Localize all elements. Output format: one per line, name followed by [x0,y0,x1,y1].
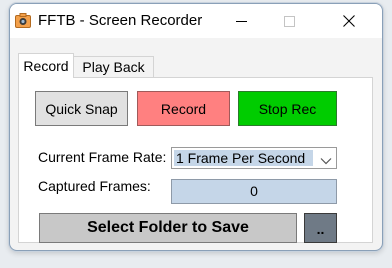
app-window: FFTB - Screen Recorder Record Play Back … [9,3,383,251]
browse-folder-button[interactable]: .. [304,213,337,243]
minimize-button[interactable] [218,4,264,38]
frame-rate-value: 1 Frame Per Second [174,150,313,166]
captured-frames-label: Captured Frames: [38,178,151,194]
record-panel: Quick Snap Record Stop Rec Current Frame… [18,77,373,243]
quick-snap-button[interactable]: Quick Snap [35,91,128,126]
close-icon [343,15,355,27]
title-bar[interactable]: FFTB - Screen Recorder [10,4,382,38]
captured-frames-value: 0 [171,179,337,204]
maximize-button[interactable] [266,4,312,38]
tab-play-back[interactable]: Play Back [74,56,154,77]
frame-rate-select[interactable]: 1 Frame Per Second [171,147,337,169]
maximize-icon [283,15,295,27]
stop-rec-button[interactable]: Stop Rec [238,91,337,126]
record-button[interactable]: Record [137,91,230,126]
tab-record[interactable]: Record [18,53,74,78]
window-title: FFTB - Screen Recorder [38,12,203,29]
close-button[interactable] [326,4,372,38]
frame-rate-label: Current Frame Rate: [38,149,167,165]
select-folder-button[interactable]: Select Folder to Save [39,213,297,243]
camera-icon [15,13,31,29]
minimize-icon [235,20,247,22]
chevron-down-icon [320,153,332,165]
